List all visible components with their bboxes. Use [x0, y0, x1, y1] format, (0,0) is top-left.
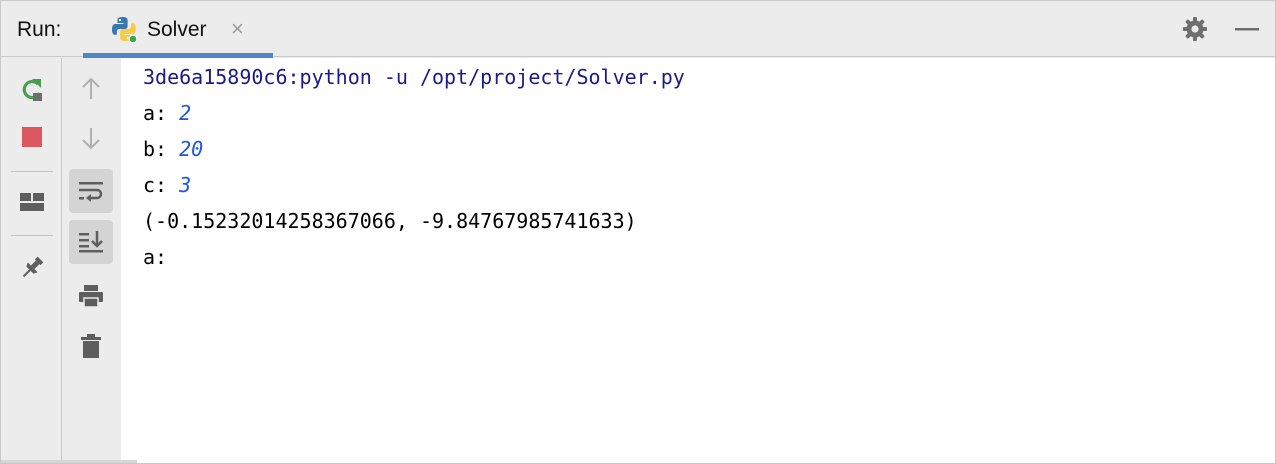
horizontal-scrollbar[interactable] — [1, 460, 137, 463]
console-output[interactable]: 3de6a15890c6:python -u /opt/project/Solv… — [121, 58, 1275, 463]
run-actions-toolbar — [1, 58, 62, 463]
input-prompt: a: — [143, 101, 180, 125]
trash-icon[interactable] — [69, 324, 113, 368]
user-input: 20 — [179, 137, 204, 161]
python-icon — [109, 14, 139, 44]
console-input-line: c: 3 — [143, 172, 191, 198]
user-input: 2 — [179, 101, 192, 125]
soft-wrap-icon[interactable] — [69, 169, 113, 213]
toolbar-separator — [11, 235, 53, 236]
input-prompt: b: — [143, 137, 180, 161]
console-current-prompt: a: — [143, 245, 168, 269]
console-command-line: 3de6a15890c6:python -u /opt/project/Solv… — [143, 65, 685, 89]
gear-icon[interactable] — [1181, 15, 1209, 43]
console-actions-toolbar — [63, 58, 121, 463]
console-input-line: a: 2 — [143, 100, 191, 126]
pin-icon[interactable] — [10, 246, 54, 290]
arrow-up-icon[interactable] — [69, 66, 113, 110]
tab-solver[interactable]: Solver × — [83, 1, 273, 58]
console-result-line: (-0.15232014258367066, -9.84767985741633… — [143, 209, 637, 233]
minimize-icon[interactable] — [1233, 15, 1261, 43]
user-input: 3 — [179, 173, 192, 197]
console-input-line: b: 20 — [143, 136, 203, 162]
toolbar-separator — [11, 171, 53, 172]
rerun-icon[interactable] — [10, 68, 54, 112]
stop-icon[interactable] — [10, 115, 54, 159]
input-prompt: c: — [143, 173, 180, 197]
run-tool-window: Run: Solver × 3de6a15890c6:python -u /op… — [0, 0, 1276, 464]
run-header: Run: Solver × — [1, 1, 1275, 58]
layout-icon[interactable] — [10, 180, 54, 224]
run-label: Run: — [17, 18, 62, 41]
scroll-to-end-icon[interactable] — [69, 220, 113, 264]
print-icon[interactable] — [69, 274, 113, 318]
arrow-down-icon[interactable] — [69, 117, 113, 161]
tab-label: Solver — [147, 18, 207, 41]
close-tab-icon[interactable]: × — [231, 17, 244, 41]
